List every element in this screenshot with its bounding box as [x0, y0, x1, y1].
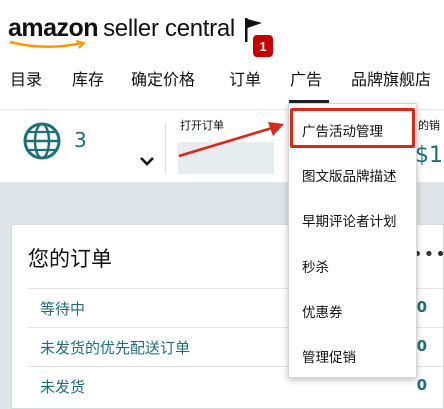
main-nav: 目录 库存 确定价格 订单 广告 品牌旗舰店: [0, 66, 444, 92]
order-row-label[interactable]: 未发货: [40, 376, 85, 397]
menu-item-a-plus-content[interactable]: 图文版品牌描述: [289, 156, 418, 194]
globe-icon[interactable]: [22, 121, 62, 161]
menu-item-lightning-deals[interactable]: 秒杀: [289, 247, 418, 285]
notification-badge[interactable]: 1: [253, 35, 273, 57]
order-row-label[interactable]: 未发货的优先配送订单: [40, 337, 190, 358]
sales-label-partial: 的销: [418, 119, 440, 132]
menu-item-coupons[interactable]: 优惠券: [289, 292, 418, 330]
logo-product: seller central: [103, 15, 235, 42]
order-row-label[interactable]: 等待中: [40, 298, 85, 319]
nav-item-orders[interactable]: 订单: [229, 66, 261, 90]
orders-card-title: 您的订单: [28, 247, 112, 271]
marketplace-count[interactable]: 3: [74, 128, 87, 152]
sales-value-partial[interactable]: $1: [415, 143, 443, 168]
order-row-value[interactable]: 0: [417, 298, 427, 316]
nav-item-brand-store[interactable]: 品牌旗舰店: [351, 66, 431, 90]
amazon-smile-icon: [9, 40, 86, 49]
logo-brand: amazon: [8, 14, 99, 42]
highlight-box: [290, 108, 415, 148]
order-row-value[interactable]: 0: [417, 376, 427, 394]
annotation-arrow: [178, 122, 284, 158]
stats-divider: [165, 124, 166, 174]
chevron-down-icon[interactable]: [139, 156, 155, 166]
nav-item-catalog[interactable]: 目录: [10, 66, 42, 90]
order-row-value[interactable]: 0: [417, 337, 427, 355]
nav-item-inventory[interactable]: 库存: [72, 66, 104, 90]
nav-item-advertising[interactable]: 广告: [290, 66, 322, 90]
menu-item-manage-promotions[interactable]: 管理促销: [289, 337, 418, 375]
menu-item-early-reviewer[interactable]: 早期评论者计划: [289, 201, 418, 239]
nav-item-pricing[interactable]: 确定价格: [131, 66, 195, 90]
